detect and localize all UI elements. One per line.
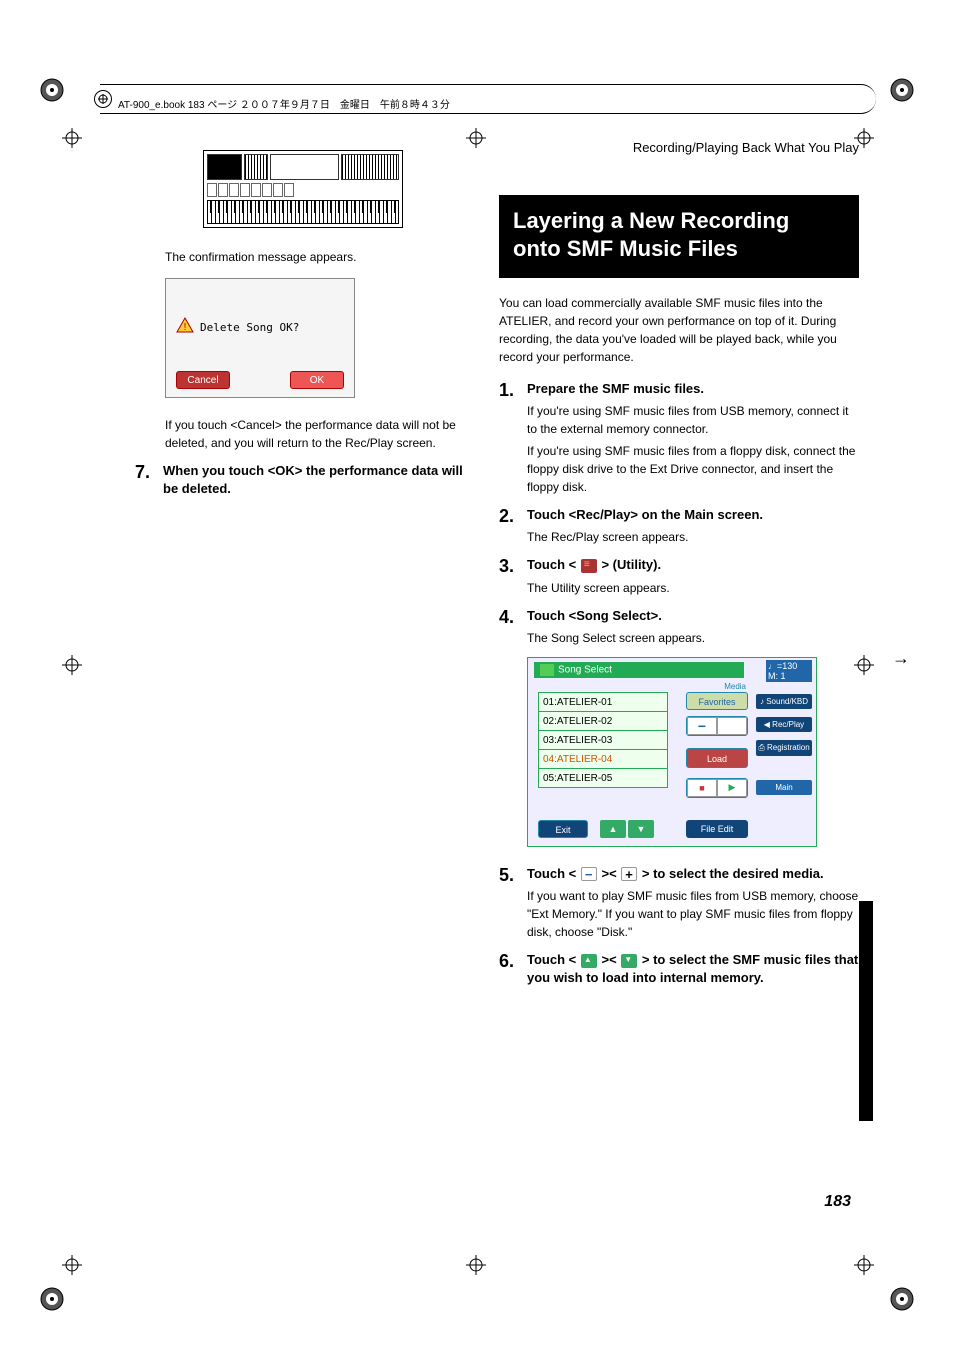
load-button[interactable]: Load — [686, 748, 748, 768]
header-icon — [94, 90, 112, 108]
step1-title: Prepare the SMF music files. — [527, 380, 859, 398]
confirmation-text: The confirmation message appears. — [165, 248, 470, 266]
step4-text: The Song Select screen appears. — [527, 629, 859, 647]
registration-mark-bottom-right — [890, 1287, 914, 1311]
step2-text: The Rec/Play screen appears. — [527, 528, 859, 546]
transport-control[interactable]: ■▶ — [686, 778, 748, 798]
song-select-screen: Song Select ♩=130M: 1 Media 01:ATELIER-0… — [527, 657, 817, 847]
media-label: Media — [724, 682, 746, 691]
minus-icon — [581, 867, 597, 881]
exit-button[interactable]: Exit — [538, 820, 588, 838]
step5-text: If you want to play SMF music files from… — [527, 887, 859, 941]
step-number: 1. — [499, 380, 527, 496]
step1-text2: If you're using SMF music files from a f… — [527, 442, 859, 496]
down-icon[interactable]: ▼ — [628, 820, 654, 838]
title-line2: onto SMF Music Files — [513, 236, 738, 261]
step1-text1: If you're using SMF music files from USB… — [527, 402, 859, 438]
plus-icon — [621, 867, 637, 881]
song-list: 01:ATELIER-01 02:ATELIER-02 03:ATELIER-0… — [538, 692, 668, 787]
intro-text: You can load commercially available SMF … — [499, 294, 859, 366]
up-icon[interactable]: ▲ — [600, 820, 626, 838]
list-item[interactable]: 02:ATELIER-02 — [538, 711, 668, 731]
step-number: 5. — [499, 865, 527, 941]
step-number: 4. — [499, 607, 527, 647]
crop-mark — [466, 1255, 486, 1275]
step3-text: The Utility screen appears. — [527, 579, 859, 597]
step6-title: Touch < >< > to select the SMF music fil… — [527, 951, 859, 987]
up-arrow-icon — [581, 954, 597, 968]
stop-icon[interactable]: ■ — [687, 779, 717, 797]
page-number: 183 — [824, 1193, 851, 1211]
rec-play-tab[interactable]: ◀ Rec/Play — [756, 717, 812, 732]
step3-title: Touch < > (Utility). — [527, 556, 859, 574]
section-header: Recording/Playing Back What You Play — [499, 140, 859, 155]
plus-icon[interactable]: + — [717, 717, 747, 735]
registration-tab[interactable]: ⎙ Registration — [756, 740, 812, 756]
side-text: Recording/Playing Back What You Play — [860, 902, 869, 1041]
screen-title-icon — [540, 664, 554, 676]
warning-icon: ! — [176, 317, 194, 333]
step7-title: When you touch <OK> the performance data… — [163, 462, 470, 498]
cancel-button[interactable]: Cancel — [176, 371, 230, 389]
crop-mark — [62, 655, 82, 675]
ok-button[interactable]: OK — [290, 371, 344, 389]
list-item-selected[interactable]: 04:ATELIER-04 — [538, 749, 668, 769]
step-number: 3. — [499, 556, 527, 596]
up-down-control: ▲ ▼ — [600, 820, 654, 838]
plus-minus-control[interactable]: −+ — [686, 716, 748, 736]
step4-title: Touch <Song Select>. — [527, 607, 859, 625]
step5-title: Touch < >< > to select the desired media… — [527, 865, 859, 883]
book-header-text: AT-900_e.book 183 ページ ２００７年９月７日 金曜日 午前８時… — [118, 96, 450, 111]
screen-title: Song Select — [534, 662, 744, 678]
registration-mark-top-left — [40, 78, 64, 102]
main-tab[interactable]: Main — [756, 780, 812, 795]
arrow-icon: → — [892, 648, 910, 669]
down-arrow-icon — [621, 954, 637, 968]
svg-text:!: ! — [184, 322, 187, 333]
title-line1: Layering a New Recording — [513, 208, 789, 233]
crop-mark — [62, 1255, 82, 1275]
tempo-indicator: ♩=130M: 1 — [766, 660, 812, 682]
section-title-bar: Layering a New Recording onto SMF Music … — [499, 195, 859, 278]
play-icon[interactable]: ▶ — [717, 779, 747, 797]
keyboard-diagram — [203, 150, 403, 228]
sound-tab[interactable]: ♪ Sound/KBD — [756, 694, 812, 709]
list-item[interactable]: 03:ATELIER-03 — [538, 730, 668, 750]
step-number: 7. — [135, 462, 163, 498]
crop-mark — [62, 128, 82, 148]
side-tabs: ♪ Sound/KBD ◀ Rec/Play ⎙ Registration Ma… — [756, 694, 812, 803]
utility-icon — [581, 559, 597, 573]
list-item[interactable]: 01:ATELIER-01 — [538, 692, 668, 712]
delete-dialog: ! Delete Song OK? Cancel OK — [165, 278, 355, 398]
list-item[interactable]: 05:ATELIER-05 — [538, 768, 668, 788]
file-edit-button[interactable]: File Edit — [686, 820, 748, 838]
dialog-message: Delete Song OK? — [200, 321, 299, 334]
crop-mark — [854, 1255, 874, 1275]
registration-mark-bottom-left — [40, 1287, 64, 1311]
minus-icon[interactable]: − — [687, 717, 717, 735]
registration-mark-top-right — [890, 78, 914, 102]
step-number: 6. — [499, 951, 527, 987]
step2-title: Touch <Rec/Play> on the Main screen. — [527, 506, 859, 524]
favorites-button[interactable]: Favorites — [686, 692, 748, 710]
cancel-note: If you touch <Cancel> the performance da… — [165, 416, 470, 452]
step-number: 2. — [499, 506, 527, 546]
